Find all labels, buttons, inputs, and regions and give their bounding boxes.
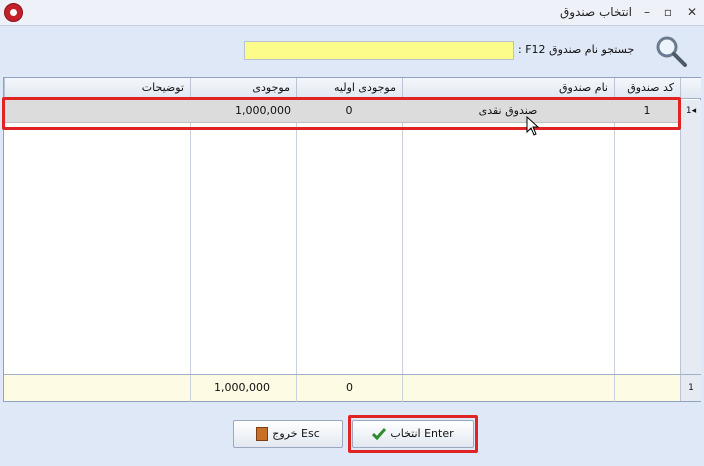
summary-row: 1,000,000 0 xyxy=(4,374,680,402)
maximize-button[interactable]: ▫ xyxy=(659,4,677,21)
door-exit-icon xyxy=(256,427,269,441)
summary-description xyxy=(4,375,190,402)
row-indicator-header xyxy=(680,78,701,99)
search-input[interactable] xyxy=(244,41,514,60)
column-divider xyxy=(190,99,191,374)
summary-indicator: 1 xyxy=(680,374,701,401)
column-header-code[interactable]: کد صندوق xyxy=(614,78,680,99)
column-header-description[interactable]: توضیحات xyxy=(4,78,190,99)
row-indicator[interactable]: 1◂ xyxy=(680,100,701,123)
row-highlight-box xyxy=(2,97,681,130)
column-header-initial[interactable]: موجودی اولیه xyxy=(296,78,402,99)
summary-balance: 1,000,000 xyxy=(190,375,296,402)
column-header-name[interactable]: نام صندوق xyxy=(402,78,614,99)
title-bar: انتخاب صندوق – ▫ ✕ xyxy=(0,0,704,26)
current-row-arrow-icon: ◂ xyxy=(691,106,697,116)
summary-name xyxy=(402,375,614,402)
button-highlight-box xyxy=(348,415,478,453)
window-title: انتخاب صندوق xyxy=(559,5,632,19)
exit-button-label: خروج Esc xyxy=(272,427,320,440)
close-button[interactable]: ✕ xyxy=(683,4,701,21)
column-divider xyxy=(402,99,403,374)
column-header-balance[interactable]: موجودی xyxy=(190,78,296,99)
mouse-cursor-icon xyxy=(526,116,540,136)
row-indicator-column xyxy=(680,123,701,374)
search-label: جستجو نام صندوق F12 : xyxy=(518,43,635,56)
column-divider xyxy=(296,99,297,374)
exit-button[interactable]: خروج Esc xyxy=(233,420,343,448)
minimize-button[interactable]: – xyxy=(638,4,656,21)
app-logo-icon xyxy=(4,3,23,22)
column-divider xyxy=(614,99,615,374)
search-icon[interactable] xyxy=(654,34,688,68)
summary-initial: 0 xyxy=(296,375,402,402)
summary-code xyxy=(614,375,680,402)
